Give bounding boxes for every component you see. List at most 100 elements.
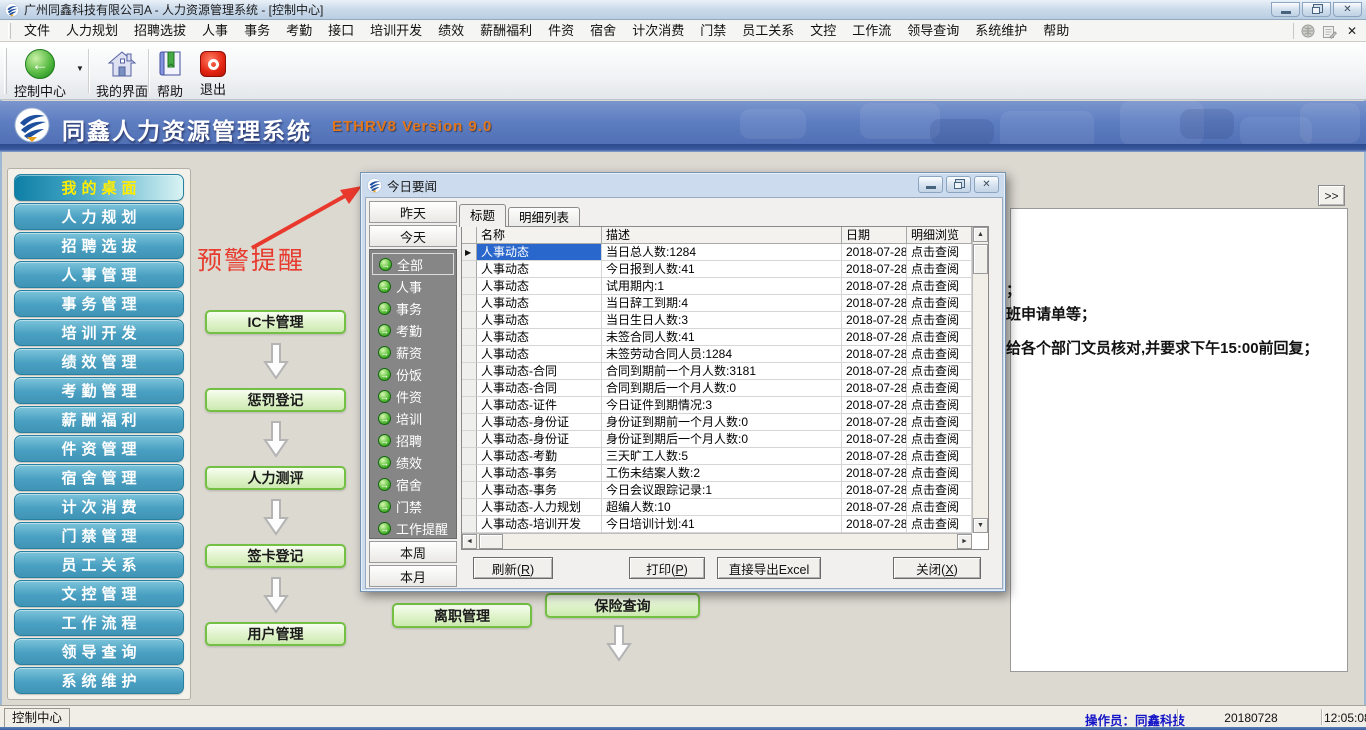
table-column-header[interactable]: 描述 <box>602 227 842 244</box>
flow-button-insurance[interactable]: 保险查询 <box>545 593 700 618</box>
menu-item[interactable]: 考勤 <box>278 20 320 41</box>
sidebar-item[interactable]: 工作流程 <box>14 609 184 636</box>
table-row[interactable]: 人事动态-事务 今日会议跟踪记录:1 2018-07-28 点击查阅 <box>462 482 972 499</box>
category-item[interactable]: → 绩效 <box>372 451 454 473</box>
toolbar-button-my-desktop[interactable]: 我的界面 <box>92 47 152 102</box>
date-filter-button[interactable]: 今天 <box>369 225 457 247</box>
category-item[interactable]: → 门禁 <box>372 495 454 517</box>
table-row[interactable]: 人事动态-培训开发 今日培训计划:41 2018-07-28 点击查阅 <box>462 516 972 533</box>
sidebar-item[interactable]: 人力规划 <box>14 203 184 230</box>
table-row[interactable]: 人事动态-身份证 身份证到期后一个月人数:0 2018-07-28 点击查阅 <box>462 431 972 448</box>
date-filter-button[interactable]: 昨天 <box>369 201 457 223</box>
sidebar-item[interactable]: 员工关系 <box>14 551 184 578</box>
menu-item[interactable]: 文件 <box>16 20 58 41</box>
view-detail-link[interactable]: 点击查阅 <box>907 499 972 516</box>
table-row[interactable]: 人事动态-证件 今日证件到期情况:3 2018-07-28 点击查阅 <box>462 397 972 414</box>
dialog-minimize-button[interactable] <box>918 176 943 193</box>
view-detail-link[interactable]: 点击查阅 <box>907 431 972 448</box>
flow-button[interactable]: IC卡管理 <box>205 310 346 334</box>
view-detail-link[interactable]: 点击查阅 <box>907 312 972 329</box>
menu-item[interactable]: 培训开发 <box>362 20 430 41</box>
view-detail-link[interactable]: 点击查阅 <box>907 261 972 278</box>
menu-item[interactable]: 帮助 <box>1035 20 1077 41</box>
flow-button-resignation[interactable]: 离职管理 <box>392 603 532 628</box>
table-row[interactable]: 人事动态 未签劳动合同人员:1284 2018-07-28 点击查阅 <box>462 346 972 363</box>
dialog-footer-button[interactable]: 打印(P) <box>629 557 705 579</box>
menu-item[interactable]: 计次消费 <box>624 20 692 41</box>
sidebar-item[interactable]: 绩效管理 <box>14 348 184 375</box>
table-column-header[interactable]: 名称 <box>477 227 602 244</box>
category-item[interactable]: → 宿舍 <box>372 473 454 495</box>
sidebar-item[interactable]: 招聘选拔 <box>14 232 184 259</box>
menu-item[interactable]: 事务 <box>236 20 278 41</box>
menu-item[interactable]: 薪酬福利 <box>472 20 540 41</box>
flow-button[interactable]: 签卡登记 <box>205 544 346 568</box>
scroll-left-button[interactable]: ◄ <box>462 534 477 549</box>
dialog-footer-button[interactable]: 刷新(R) <box>473 557 553 579</box>
scroll-right-button[interactable]: ► <box>957 534 972 549</box>
view-detail-link[interactable]: 点击查阅 <box>907 516 972 533</box>
close-button[interactable]: ✕ <box>1333 2 1362 17</box>
category-item[interactable]: → 份饭 <box>372 363 454 385</box>
table-column-header[interactable]: 日期 <box>842 227 907 244</box>
sidebar-item[interactable]: 宿舍管理 <box>14 464 184 491</box>
sidebar-item[interactable]: 事务管理 <box>14 290 184 317</box>
view-detail-link[interactable]: 点击查阅 <box>907 278 972 295</box>
expand-panel-button[interactable]: >> <box>1318 185 1345 206</box>
category-item[interactable]: → 全部 <box>372 253 454 275</box>
view-detail-link[interactable]: 点击查阅 <box>907 414 972 431</box>
table-column-header[interactable]: 明细浏览 <box>907 227 972 244</box>
restore-button[interactable] <box>1302 2 1331 17</box>
table-row[interactable]: 人事动态-身份证 身份证到期前一个月人数:0 2018-07-28 点击查阅 <box>462 414 972 431</box>
category-item[interactable]: → 件资 <box>372 385 454 407</box>
menu-item[interactable]: 绩效 <box>430 20 472 41</box>
print-icon[interactable] <box>1300 24 1316 39</box>
menu-item[interactable]: 人事 <box>194 20 236 41</box>
table-row[interactable]: 人事动态 当日辞工到期:4 2018-07-28 点击查阅 <box>462 295 972 312</box>
table-row[interactable]: 人事动态 今日报到人数:41 2018-07-28 点击查阅 <box>462 261 972 278</box>
dialog-footer-button[interactable]: 直接导出Excel <box>717 557 821 579</box>
sidebar-item[interactable]: 计次消费 <box>14 493 184 520</box>
flow-button[interactable]: 人力测评 <box>205 466 346 490</box>
category-item[interactable]: → 工作提醒 <box>372 517 454 539</box>
sidebar-item[interactable]: 件资管理 <box>14 435 184 462</box>
dialog-footer-button[interactable]: 关闭(X) <box>893 557 981 579</box>
toolbar-button-exit[interactable]: 退出 <box>196 47 230 100</box>
toolbar-button-help[interactable]: 帮助 <box>152 47 188 102</box>
view-detail-link[interactable]: 点击查阅 <box>907 448 972 465</box>
table-row[interactable]: 人事动态-考勤 三天旷工人数:5 2018-07-28 点击查阅 <box>462 448 972 465</box>
menu-item[interactable]: 招聘选拔 <box>126 20 194 41</box>
category-item[interactable]: → 培训 <box>372 407 454 429</box>
view-detail-link[interactable]: 点击查阅 <box>907 346 972 363</box>
horizontal-scrollbar[interactable]: ◄ ► <box>462 533 972 549</box>
category-item[interactable]: → 人事 <box>372 275 454 297</box>
view-detail-link[interactable]: 点击查阅 <box>907 244 972 261</box>
menu-item[interactable]: 系统维护 <box>967 20 1035 41</box>
status-tab[interactable]: 控制中心 <box>4 708 70 728</box>
flow-button[interactable]: 惩罚登记 <box>205 388 346 412</box>
sidebar-item[interactable]: 薪酬福利 <box>14 406 184 433</box>
table-row[interactable]: 人事动态 未签合同人数:41 2018-07-28 点击查阅 <box>462 329 972 346</box>
table-row[interactable]: 人事动态-人力规划 超编人数:10 2018-07-28 点击查阅 <box>462 499 972 516</box>
vertical-scrollbar[interactable]: ▲ ▼ <box>972 227 988 533</box>
menu-item[interactable]: 工作流 <box>844 20 899 41</box>
menu-item[interactable]: 宿舍 <box>582 20 624 41</box>
sidebar-item[interactable]: 培训开发 <box>14 319 184 346</box>
view-detail-link[interactable]: 点击查阅 <box>907 329 972 346</box>
menu-item[interactable]: 领导查询 <box>899 20 967 41</box>
sidebar-item[interactable]: 领导查询 <box>14 638 184 665</box>
table-row[interactable]: 人事动态 当日总人数:1284 2018-07-28 点击查阅 <box>462 244 972 261</box>
sidebar-item[interactable]: 人事管理 <box>14 261 184 288</box>
dialog-title-bar[interactable]: 今日要闻 ✕ <box>361 173 1005 197</box>
sidebar-item[interactable]: 门禁管理 <box>14 522 184 549</box>
minimize-button[interactable] <box>1271 2 1300 17</box>
menu-item[interactable]: 文控 <box>802 20 844 41</box>
category-item[interactable]: → 薪资 <box>372 341 454 363</box>
dialog-tab[interactable]: 标题 <box>459 204 506 227</box>
toolbar-button-control-center[interactable]: ← 控制中心 <box>10 47 70 102</box>
sidebar-item[interactable]: 系统维护 <box>14 667 184 694</box>
flow-button[interactable]: 用户管理 <box>205 622 346 646</box>
category-item[interactable]: → 考勤 <box>372 319 454 341</box>
category-item[interactable]: → 事务 <box>372 297 454 319</box>
category-item[interactable]: → 招聘 <box>372 429 454 451</box>
